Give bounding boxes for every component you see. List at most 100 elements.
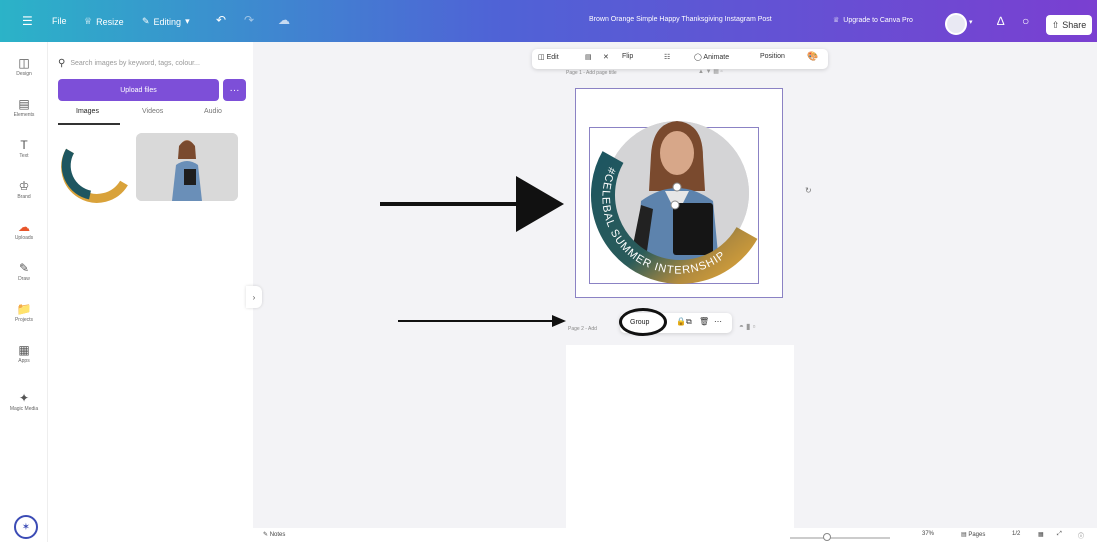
- page-1-tools[interactable]: ▲ ▼ ▦ ▫: [698, 68, 723, 75]
- zoom-slider[interactable]: [790, 537, 890, 539]
- crown-icon: ♕: [833, 17, 840, 24]
- pages-button[interactable]: ▤ Pages: [961, 531, 985, 538]
- notes-button[interactable]: ✎ Notes: [263, 531, 285, 538]
- rail-label: Brand: [17, 194, 31, 200]
- more-options-button[interactable]: ···: [223, 79, 246, 101]
- tab-audio[interactable]: Audio: [204, 108, 222, 115]
- magic-assistant-icon[interactable]: ✶: [14, 515, 38, 539]
- elements-icon: ▤: [18, 97, 30, 111]
- pages-label: Pages: [968, 532, 986, 538]
- upgrade-button[interactable]: ♕ Upgrade to Canva Pro: [833, 16, 913, 25]
- rotate-icon[interactable]: ↻: [805, 186, 812, 195]
- animate-icon: ◯: [694, 54, 702, 61]
- page-2[interactable]: [566, 345, 794, 529]
- search-placeholder: Search images by keyword, tags, colour..…: [70, 59, 200, 67]
- page-1-title[interactable]: Page 1 - Add page title: [566, 70, 617, 76]
- rail-label: Projects: [14, 317, 34, 323]
- trash-icon[interactable]: 🗑: [699, 317, 709, 326]
- notes-label: Notes: [269, 532, 286, 538]
- uploads-icon: ☁: [18, 220, 30, 234]
- position-button[interactable]: Position: [760, 53, 785, 60]
- rail-item-uploads[interactable]: ☁ Uploads: [0, 221, 48, 241]
- lock-icon[interactable]: 🔒: [676, 317, 686, 326]
- rail-item-brand[interactable]: ♔ Brand: [0, 180, 48, 200]
- crown-icon: ♕: [84, 16, 93, 26]
- rail-label: Magic Media: [9, 406, 39, 412]
- projects-icon: 📁: [16, 302, 32, 316]
- tab-images[interactable]: Images: [76, 108, 99, 115]
- crop-icon[interactable]: ▤: [585, 53, 592, 61]
- annotation-arrow-small: [398, 315, 566, 327]
- share-button[interactable]: ⇧ Share: [1046, 15, 1092, 35]
- pencil-icon: ✎: [142, 16, 150, 26]
- annotation-arrow-large: [380, 176, 564, 232]
- search-input[interactable]: ⚲ Search images by keyword, tags, colour.…: [58, 54, 246, 72]
- rail-item-text[interactable]: T Text: [0, 139, 48, 159]
- avatar[interactable]: [945, 13, 967, 35]
- uploaded-photo-thumbnail[interactable]: [136, 133, 238, 201]
- active-tab-indicator: [58, 123, 120, 125]
- hamburger-icon[interactable]: ☰: [22, 15, 33, 27]
- resize-button[interactable]: ♕ Resize: [84, 16, 124, 27]
- undo-icon[interactable]: ↶: [216, 14, 226, 26]
- search-icon: ⚲: [58, 57, 66, 69]
- zoom-slider-handle[interactable]: [823, 533, 831, 541]
- page-2-title[interactable]: Page 2 - Add: [568, 326, 597, 332]
- rail-label: Text: [19, 153, 29, 159]
- rail-item-design[interactable]: ◫ Design: [0, 57, 48, 77]
- apps-icon: ▦: [18, 343, 30, 357]
- animate-button[interactable]: ◯ Animate: [694, 53, 729, 61]
- rail-label: Elements: [13, 112, 35, 118]
- transparency-icon[interactable]: ☷: [664, 53, 670, 61]
- grid-view-icon[interactable]: ▦: [1038, 531, 1044, 538]
- page-2-tools[interactable]: ◓ ▮ ▫: [739, 322, 756, 331]
- draw-icon: ✎: [18, 261, 30, 275]
- rail-item-projects[interactable]: 📁 Projects: [0, 303, 48, 323]
- tab-videos[interactable]: Videos: [142, 108, 163, 115]
- magic-media-icon: ✦: [18, 391, 30, 405]
- rail-item-magic-media[interactable]: ✦ Magic Media: [0, 392, 48, 412]
- share-label: Share: [1062, 20, 1087, 30]
- cloud-save-icon[interactable]: ☁: [278, 14, 290, 26]
- text-icon: T: [20, 138, 28, 152]
- upload-files-button[interactable]: Upload files: [58, 79, 219, 101]
- chevron-down-icon[interactable]: ▾: [969, 18, 973, 26]
- uploaded-ring-thumbnail[interactable]: [58, 133, 130, 203]
- rail-label: Design: [16, 71, 32, 77]
- edit-label: Edit: [546, 54, 559, 61]
- page-count: 1/2: [1012, 531, 1021, 537]
- resize-label: Resize: [96, 16, 124, 27]
- paint-format-icon[interactable]: 🎨: [807, 51, 818, 62]
- document-title[interactable]: Brown Orange Simple Happy Thanksgiving I…: [589, 16, 772, 23]
- upload-icon: ⇧: [1051, 19, 1060, 30]
- rail-item-elements[interactable]: ▤ Elements: [0, 98, 48, 118]
- duplicate-icon[interactable]: ⧉: [686, 317, 692, 327]
- notes-icon: ✎: [263, 532, 269, 538]
- brand-icon: ♔: [18, 179, 30, 193]
- annotation-circle: [619, 308, 667, 336]
- editing-mode-button[interactable]: ✎ Editing ▾: [142, 16, 190, 27]
- edit-icon: ◫: [538, 54, 545, 61]
- editing-label: Editing: [153, 16, 182, 27]
- help-icon[interactable]: ⓘ: [1078, 531, 1084, 540]
- upgrade-label: Upgrade to Canva Pro: [843, 16, 913, 24]
- rail-item-apps[interactable]: ▦ Apps: [0, 344, 48, 364]
- redo-icon[interactable]: ↷: [244, 14, 254, 26]
- file-menu[interactable]: File: [52, 16, 67, 26]
- comment-icon[interactable]: ○: [1022, 15, 1029, 27]
- more-icon[interactable]: ⋯: [714, 317, 722, 326]
- rail-label: Uploads: [14, 235, 34, 241]
- collapse-panel-button[interactable]: ›: [246, 286, 262, 308]
- profile-badge-graphic[interactable]: #CELEBAL SUMMER INTERNSHIP: [587, 105, 767, 285]
- rail-label: Draw: [18, 276, 30, 282]
- rail-item-draw[interactable]: ✎ Draw: [0, 262, 48, 282]
- uploads-panel: [48, 42, 253, 542]
- pages-icon: ▤: [961, 532, 967, 538]
- analytics-icon[interactable]: ∆: [997, 15, 1004, 27]
- zoom-level[interactable]: 37%: [922, 531, 934, 537]
- fullscreen-icon[interactable]: ⤢: [1057, 531, 1062, 538]
- edit-button[interactable]: ◫ Edit: [538, 53, 559, 61]
- flip-button[interactable]: Flip: [622, 53, 633, 60]
- line-icon[interactable]: ✕: [603, 53, 609, 61]
- design-icon: ◫: [18, 56, 30, 70]
